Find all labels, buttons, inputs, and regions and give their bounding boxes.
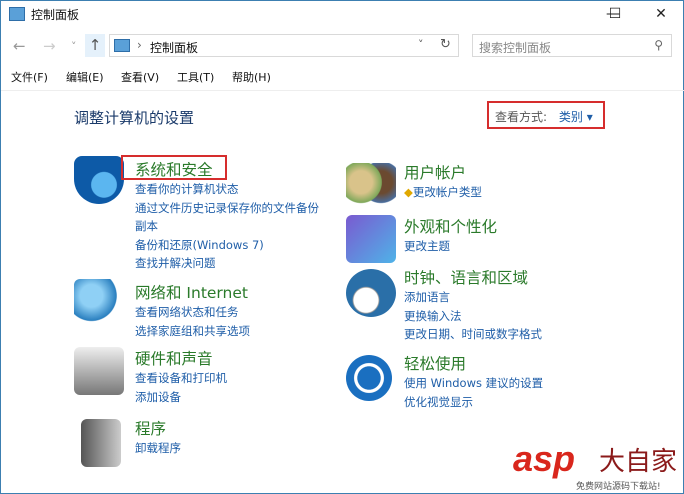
menu-edit[interactable]: 编辑(E) <box>66 69 104 85</box>
link[interactable]: 查看网络状态和任务 <box>135 303 250 322</box>
link[interactable]: 更改日期、时间或数字格式 <box>404 325 542 344</box>
category-title[interactable]: 程序 <box>135 417 181 439</box>
link-label: 更改帐户类型 <box>412 185 482 199</box>
category-title[interactable]: 系统和安全 <box>135 158 319 180</box>
link[interactable]: 优化视觉显示 <box>404 393 543 412</box>
category-appearance: 外观和个性化 更改主题 <box>404 215 497 256</box>
close-button[interactable]: ✕ <box>641 3 681 25</box>
programs-icon <box>81 419 121 467</box>
appearance-icon <box>346 215 396 263</box>
user-accounts-icon <box>346 163 396 211</box>
link[interactable]: 副本 <box>135 217 319 236</box>
breadcrumb-control-panel[interactable]: 控制面板 <box>150 39 198 56</box>
breadcrumb-separator: › <box>137 38 142 52</box>
link[interactable]: 使用 Windows 建议的设置 <box>404 374 543 393</box>
page-title: 调整计算机的设置 <box>74 109 195 127</box>
menu-help[interactable]: 帮助(H) <box>232 69 271 85</box>
category-title[interactable]: 用户帐户 <box>404 161 482 183</box>
maximize-button[interactable]: ☐ <box>595 3 635 25</box>
category-network-internet: 网络和 Internet 查看网络状态和任务 选择家庭组和共享选项 <box>135 281 250 340</box>
up-button[interactable]: ↑ <box>85 34 105 57</box>
ease-of-access-icon <box>346 355 392 401</box>
clock-globe-icon <box>346 269 396 317</box>
category-programs: 程序 卸载程序 <box>135 417 181 458</box>
link[interactable]: 更改主题 <box>404 237 497 256</box>
category-title[interactable]: 硬件和声音 <box>135 347 227 369</box>
category-user-accounts: 用户帐户 ◆更改帐户类型 <box>404 161 482 202</box>
category-title[interactable]: 外观和个性化 <box>404 215 497 237</box>
printer-icon <box>74 347 124 395</box>
search-icon[interactable]: ⚲ <box>654 38 663 52</box>
control-panel-icon <box>9 7 25 21</box>
link[interactable]: 查看设备和打印机 <box>135 369 227 388</box>
network-icon <box>74 279 124 327</box>
view-by-value[interactable]: 类别 <box>559 110 583 124</box>
link[interactable]: ◆更改帐户类型 <box>404 183 482 202</box>
control-panel-icon <box>114 39 130 52</box>
view-by-label: 查看方式: <box>495 110 548 124</box>
window-title: 控制面板 <box>31 8 80 22</box>
link[interactable]: 通过文件历史记录保存你的文件备份 <box>135 199 319 218</box>
watermark-logo: asp <box>513 438 576 479</box>
menu-tools[interactable]: 工具(T) <box>177 69 214 85</box>
link[interactable]: 查找并解决问题 <box>135 254 319 273</box>
watermark-chars: 大自家 <box>599 447 678 477</box>
dropdown-arrow-icon: ▾ <box>586 110 593 124</box>
menu-file[interactable]: 文件(F) <box>11 69 48 85</box>
link[interactable]: 选择家庭组和共享选项 <box>135 322 250 341</box>
link[interactable]: 添加语言 <box>404 288 542 307</box>
category-hardware-sound: 硬件和声音 查看设备和打印机 添加设备 <box>135 347 227 406</box>
back-button[interactable]: ← <box>13 37 26 55</box>
category-system-security: 系统和安全 查看你的计算机状态 通过文件历史记录保存你的文件备份 副本 备份和还… <box>135 158 319 273</box>
category-clock-region: 时钟、语言和区域 添加语言 更换输入法 更改日期、时间或数字格式 <box>404 266 542 344</box>
search-input[interactable]: 搜索控制面板 ⚲ <box>472 34 672 57</box>
uac-shield-icon: ◆ <box>404 185 413 199</box>
title-bar: 控制面板 — ☐ ✕ <box>1 1 684 29</box>
recent-locations-button[interactable]: ˅ <box>71 40 77 53</box>
link[interactable]: 备份和还原(Windows 7) <box>135 236 319 255</box>
menu-view[interactable]: 查看(V) <box>121 69 159 85</box>
category-title[interactable]: 轻松使用 <box>404 352 543 374</box>
watermark-subtitle: 免费网站源码下载站! <box>576 482 661 492</box>
forward-button[interactable]: → <box>43 37 56 55</box>
link[interactable]: 更换输入法 <box>404 307 542 326</box>
link[interactable]: 卸载程序 <box>135 439 181 458</box>
category-title[interactable]: 时钟、语言和区域 <box>404 266 542 288</box>
search-placeholder: 搜索控制面板 <box>479 41 552 55</box>
refresh-button[interactable]: ↻ <box>440 37 451 52</box>
category-title[interactable]: 网络和 Internet <box>135 281 250 303</box>
link[interactable]: 查看你的计算机状态 <box>135 180 319 199</box>
view-by-selector[interactable]: 查看方式: 类别 ▾ <box>487 101 605 129</box>
address-dropdown-button[interactable]: ˅ <box>418 38 424 51</box>
address-bar[interactable]: › 控制面板 ˅ ↻ <box>109 34 459 57</box>
divider <box>1 90 684 91</box>
link[interactable]: 添加设备 <box>135 388 227 407</box>
shield-icon <box>74 156 124 204</box>
category-ease-of-access: 轻松使用 使用 Windows 建议的设置 优化视觉显示 <box>404 352 543 411</box>
